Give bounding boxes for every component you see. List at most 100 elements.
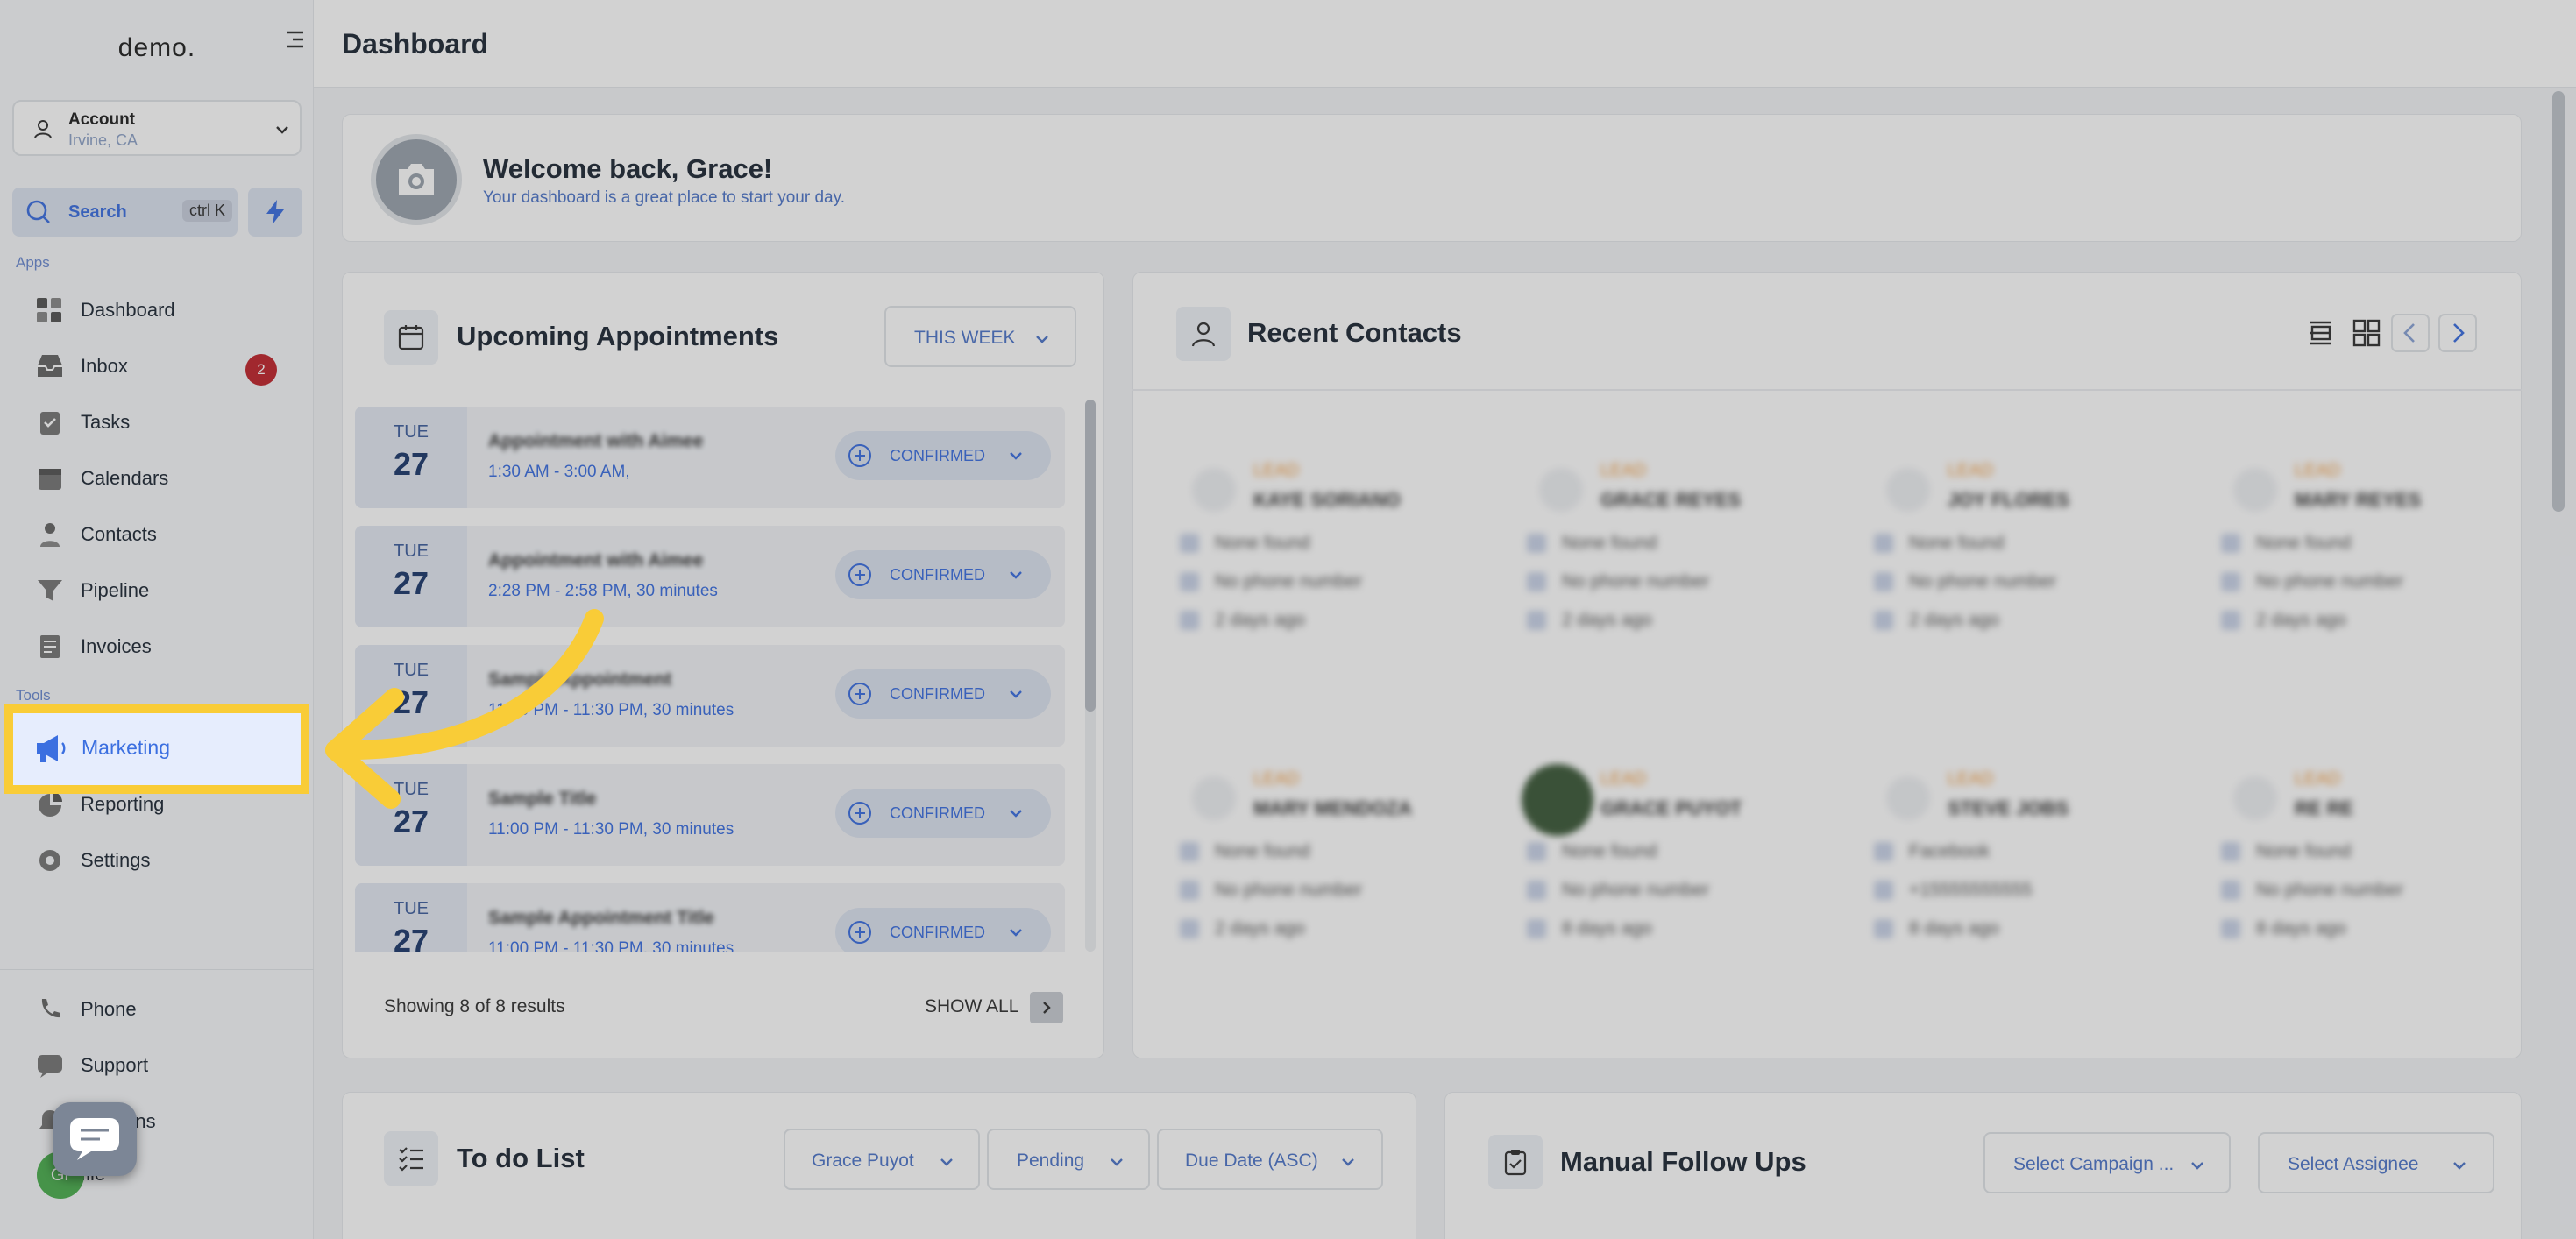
appointment-time: 2:28 PM - 2:58 PM, 30 minutes: [488, 582, 718, 600]
appointment-date: TUE 27: [355, 883, 467, 952]
chevron-down-icon: [940, 1158, 953, 1166]
location-user-icon: [34, 120, 52, 138]
funnel-icon: [38, 580, 62, 601]
results-count: Showing 8 of 8 results: [384, 996, 565, 1016]
divider: [0, 969, 314, 970]
collapse-menu-icon[interactable]: [282, 26, 309, 53]
status-filter-dropdown[interactable]: Pending: [987, 1129, 1150, 1190]
search-label: Search: [68, 202, 127, 222]
sidebar-item-tasks[interactable]: Tasks: [35, 400, 298, 443]
sidebar-item-label: Tasks: [81, 411, 131, 433]
sidebar-item-dashboard[interactable]: Dashboard: [35, 287, 298, 331]
chevron-down-icon: [1010, 571, 1022, 579]
chart-icon: [39, 792, 62, 817]
checklist-icon: [399, 1147, 423, 1172]
sidebar-item-marketing[interactable]: Marketing: [4, 704, 309, 794]
contact-card[interactable]: LEAD MARY MENDOZA None found No phone nu…: [1166, 738, 1499, 1001]
support-chat-button[interactable]: [53, 1102, 137, 1176]
sidebar-item-label: Contacts: [81, 523, 157, 545]
contact-card[interactable]: LEAD MARY REYES None found No phone numb…: [2207, 429, 2540, 692]
sidebar-item-label: Settings: [81, 849, 151, 871]
tools-section-label: Tools: [16, 687, 51, 704]
search-button[interactable]: Search ctrl K: [12, 188, 238, 237]
quick-actions-button[interactable]: [248, 188, 302, 237]
plus-circle-icon: [848, 802, 871, 825]
search-shortcut: ctrl K: [182, 200, 233, 222]
chevron-down-icon: [1111, 1158, 1123, 1166]
appointment-date: TUE 27: [355, 407, 467, 508]
sidebar-item-invoices[interactable]: Invoices: [35, 624, 298, 668]
avatar: [1539, 468, 1583, 512]
sidebar-item-pipeline[interactable]: Pipeline: [35, 568, 298, 612]
status-dropdown[interactable]: CONFIRMED: [835, 789, 1051, 838]
appointments-range-dropdown[interactable]: THIS WEEK: [884, 306, 1076, 367]
sidebar-item-label: Inbox: [81, 355, 128, 377]
apps-section-label: Apps: [16, 254, 50, 271]
chevron-down-icon: [1342, 1158, 1354, 1166]
appointment-time: 11:00 PM - 11:30 PM, 30 minutes: [488, 939, 734, 952]
appointments-scrollbar-thumb[interactable]: [1085, 400, 1096, 712]
list-view-icon[interactable]: [2302, 314, 2340, 352]
person-icon: [1191, 322, 1216, 347]
appointment-row[interactable]: TUE 27 Sample Appointment 11:00 PM - 11:3…: [355, 645, 1065, 747]
sidebar: demo. Account Irvine, CA Search ctrl K A…: [0, 0, 314, 1239]
chat-icon: [38, 1055, 62, 1078]
sidebar-item-label: Invoices: [81, 635, 152, 657]
account-switcher[interactable]: Account Irvine, CA: [12, 100, 302, 156]
appointment-time: 11:00 PM - 11:30 PM, 30 minutes: [488, 820, 734, 839]
calendar-icon: [398, 325, 424, 350]
profile-photo-placeholder[interactable]: [371, 134, 462, 225]
sidebar-item-label: Support: [81, 1054, 149, 1076]
logo: demo.: [117, 33, 196, 62]
campaign-filter-dropdown[interactable]: Select Campaign ...: [1983, 1132, 2231, 1193]
appointment-name: Sample Title: [488, 789, 597, 809]
contact-card[interactable]: LEAD JOY FLORES None found No phone numb…: [1860, 429, 2193, 692]
status-dropdown[interactable]: CONFIRMED: [835, 669, 1051, 719]
sidebar-item-settings[interactable]: Settings: [35, 838, 298, 881]
assignee-filter-dropdown[interactable]: Select Assignee: [2258, 1132, 2494, 1193]
account-name: Account: [68, 110, 135, 129]
contact-card[interactable]: LEAD KAYE SORIANO None found No phone nu…: [1166, 429, 1499, 692]
grid-view-icon[interactable]: [2347, 314, 2386, 352]
avatar: [1192, 776, 1236, 820]
avatar: [1886, 776, 1930, 820]
unread-badge: 2: [245, 354, 277, 386]
contact-card[interactable]: LEAD GRACE PUYOT None found No phone num…: [1513, 738, 1846, 1001]
appointment-name: Appointment with Aimee: [488, 550, 704, 570]
sidebar-item-inbox[interactable]: Inbox 2: [35, 343, 298, 387]
sidebar-item-contacts[interactable]: Contacts: [35, 512, 298, 556]
sort-filter-dropdown[interactable]: Due Date (ASC): [1157, 1129, 1383, 1190]
chevron-down-icon: [1010, 810, 1022, 818]
avatar-photo: [1522, 764, 1593, 836]
sidebar-item-label: Marketing: [82, 736, 170, 759]
appointment-date: TUE 27: [355, 526, 467, 627]
chevron-down-icon: [2191, 1162, 2203, 1170]
status-dropdown[interactable]: CONFIRMED: [835, 431, 1051, 480]
contact-card[interactable]: LEAD STEVE JOBS Facebook +15555555555 8 …: [1860, 738, 2193, 1001]
show-all-button[interactable]: [1030, 992, 1063, 1023]
chevron-down-icon: [276, 126, 288, 134]
chevron-right-icon[interactable]: [2438, 314, 2477, 352]
appointment-row[interactable]: TUE 27 Appointment with Aimee 1:30 AM - 3…: [355, 407, 1065, 508]
assignee-filter-dropdown[interactable]: Grace Puyot: [784, 1129, 980, 1190]
chevron-left-icon[interactable]: [2391, 314, 2430, 352]
status-dropdown[interactable]: CONFIRMED: [835, 550, 1051, 599]
recent-contacts-title: Recent Contacts: [1247, 317, 1462, 348]
avatar: [1886, 468, 1930, 512]
sidebar-item-calendars[interactable]: Calendars: [35, 456, 298, 499]
status-dropdown[interactable]: CONFIRMED: [835, 908, 1051, 952]
avatar: [2233, 468, 2277, 512]
sidebar-item-support[interactable]: Support: [35, 1043, 298, 1087]
page-scrollbar[interactable]: [2552, 91, 2565, 512]
appointment-row[interactable]: TUE 27 Appointment with Aimee 2:28 PM - 2…: [355, 526, 1065, 627]
show-all-link[interactable]: SHOW ALL: [925, 996, 1018, 1017]
sidebar-item-phone[interactable]: Phone: [35, 987, 298, 1030]
phone-icon: [41, 999, 60, 1018]
range-label: THIS WEEK: [914, 328, 1016, 348]
contact-card[interactable]: LEAD GRACE REYES None found No phone num…: [1513, 429, 1846, 692]
appointment-row[interactable]: TUE 27 Sample Title 11:00 PM - 11:30 PM, …: [355, 764, 1065, 866]
person-icon-box: [1176, 307, 1231, 361]
megaphone-icon: [37, 735, 66, 762]
appointment-row[interactable]: TUE 27 Sample Appointment Title 11:00 PM …: [355, 883, 1065, 952]
contact-card[interactable]: LEAD RE RE None found No phone number 8 …: [2207, 738, 2540, 1001]
